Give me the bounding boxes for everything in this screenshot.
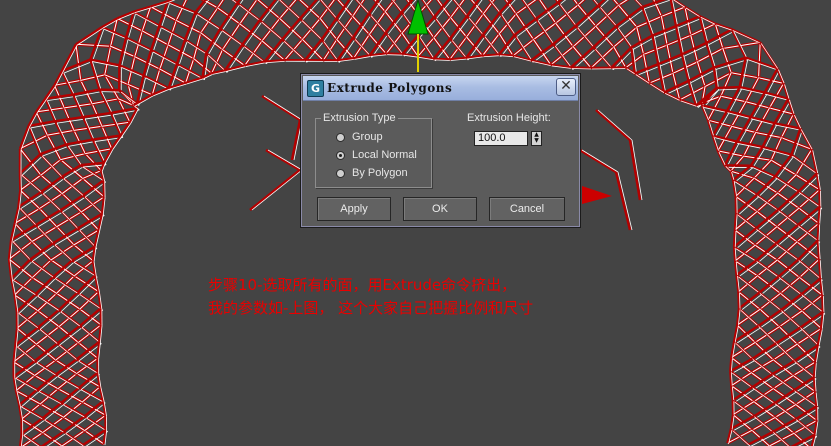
- close-button[interactable]: ✕: [556, 78, 576, 96]
- radio-local-normal-label: Local Normal: [352, 149, 417, 161]
- extrusion-height-label: Extrusion Height:: [467, 112, 551, 124]
- extrusion-height-input[interactable]: 100.0: [474, 131, 528, 146]
- radio-by-polygon-label: By Polygon: [352, 167, 408, 179]
- extrusion-type-label: Extrusion Type: [321, 111, 398, 125]
- radio-by-polygon-icon[interactable]: [336, 168, 345, 178]
- radio-group-icon[interactable]: [336, 132, 345, 142]
- cancel-button[interactable]: Cancel: [489, 197, 565, 221]
- radio-local-normal-option[interactable]: Local Normal: [336, 148, 417, 162]
- radio-group-label: Group: [352, 131, 383, 143]
- radio-by-polygon-option[interactable]: By Polygon: [336, 166, 408, 180]
- extrusion-type-group: Extrusion Type Group Local Normal By Pol…: [315, 111, 432, 188]
- radio-local-normal-icon[interactable]: [336, 150, 345, 160]
- 3ds-max-app-icon: G: [307, 80, 324, 97]
- dialog-titlebar[interactable]: G Extrude Polygons ✕: [303, 76, 578, 101]
- extrusion-height-spinner[interactable]: ▲ ▼: [531, 131, 542, 146]
- extrude-polygons-dialog: G Extrude Polygons ✕ Extrusion Type Grou…: [300, 73, 581, 228]
- annotation-line-2: 我的参数如-上图， 这个大家自己把握比例和尺寸: [208, 299, 534, 317]
- gizmo-x-arrow-icon: [582, 186, 612, 204]
- apply-button[interactable]: Apply: [317, 197, 391, 221]
- spinner-down-icon[interactable]: ▼: [532, 138, 541, 144]
- radio-group-option[interactable]: Group: [336, 130, 383, 144]
- gizmo-y-arrow-icon: [407, 0, 429, 35]
- ok-button[interactable]: OK: [403, 197, 477, 221]
- dialog-title: Extrude Polygons: [327, 81, 453, 95]
- annotation-line-1: 步骤10-选取所有的面，用Extrude命令挤出，: [208, 276, 517, 294]
